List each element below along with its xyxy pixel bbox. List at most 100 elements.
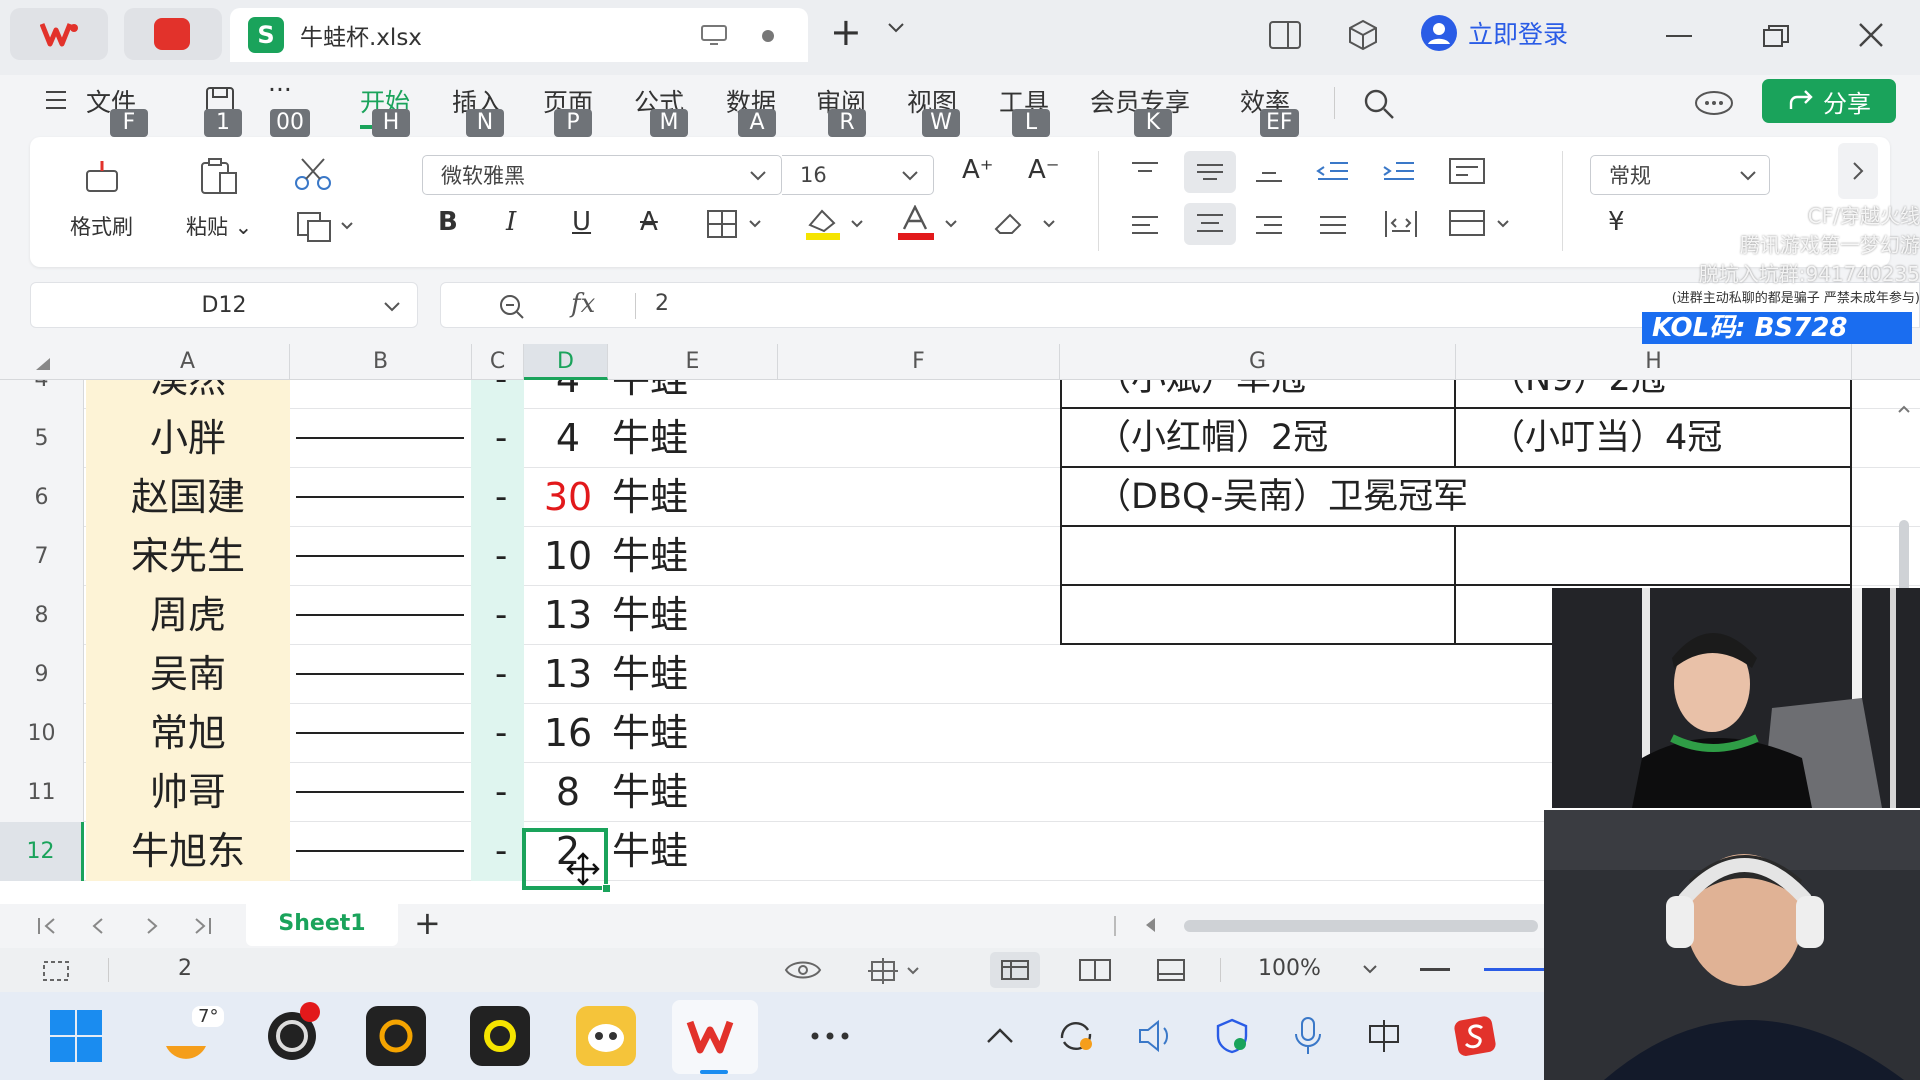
decrease-indent-icon[interactable] — [1316, 159, 1350, 185]
row-header[interactable]: 5 — [0, 409, 84, 468]
column-header[interactable]: G — [1060, 344, 1456, 380]
zoom-out-icon[interactable] — [1420, 968, 1450, 971]
select-all-icon[interactable] — [36, 358, 50, 370]
minimize-icon[interactable] — [1666, 35, 1692, 37]
cell-value[interactable]: 13 — [530, 586, 606, 645]
table-cell[interactable] — [1060, 527, 1456, 586]
chat-icon[interactable] — [1694, 89, 1734, 119]
sogou-icon[interactable] — [1454, 1014, 1498, 1058]
fill-color-icon[interactable] — [802, 205, 872, 241]
row-header[interactable]: 11 — [0, 763, 84, 822]
sync-icon[interactable] — [1056, 1018, 1096, 1054]
search-icon[interactable] — [1362, 87, 1396, 121]
last-sheet-icon[interactable] — [190, 916, 214, 936]
format-painter-button[interactable]: 格式刷 — [70, 157, 133, 241]
ime-icon[interactable] — [1366, 1018, 1402, 1054]
normal-view-icon[interactable] — [990, 952, 1040, 988]
cell-tag[interactable]: 牛蛙 — [612, 645, 688, 704]
column-header[interactable]: H — [1456, 344, 1852, 380]
row-header[interactable]: 12 — [0, 822, 84, 881]
row-header[interactable]: 7 — [0, 527, 84, 586]
new-tab-button[interactable]: + — [830, 10, 862, 54]
more-apps-icon[interactable] — [800, 1006, 860, 1066]
pdf-tab[interactable] — [124, 8, 222, 60]
cell-tag[interactable]: 牛蛙 — [612, 763, 688, 822]
shrink-font-button[interactable]: A⁻ — [1028, 155, 1060, 185]
column-header[interactable]: A — [86, 344, 290, 380]
row-header[interactable]: 9 — [0, 645, 84, 704]
chevron-down-icon[interactable] — [887, 22, 905, 34]
table-cell-merged[interactable]: （DBQ-吴南）卫冕冠军 — [1060, 468, 1852, 527]
eye-icon[interactable] — [784, 958, 822, 982]
table-cell[interactable]: （N9）2冠 — [1456, 380, 1852, 409]
restore-icon[interactable] — [1762, 24, 1790, 48]
currency-button[interactable]: ¥ — [1608, 207, 1625, 237]
login-button[interactable]: 立即登录 — [1420, 14, 1568, 52]
cell-name[interactable]: 小胖 — [86, 409, 290, 468]
close-icon[interactable] — [1858, 22, 1884, 48]
paste-button[interactable]: 粘贴 ⌄ — [186, 157, 252, 241]
zoom-formula-icon[interactable] — [497, 293, 527, 319]
cell-value[interactable]: 8 — [530, 763, 606, 822]
font-color-icon[interactable] — [896, 205, 966, 241]
chevron-down-icon[interactable] — [383, 301, 401, 313]
number-format-select[interactable]: 常规 — [1590, 155, 1770, 195]
column-header-active[interactable]: D — [524, 344, 608, 380]
cell-value[interactable]: 30 — [530, 468, 606, 527]
align-middle-icon[interactable] — [1184, 151, 1236, 193]
microphone-icon[interactable] — [1292, 1016, 1324, 1056]
bold-button[interactable]: B — [438, 207, 458, 237]
first-sheet-icon[interactable] — [36, 916, 60, 936]
cell-value[interactable]: 13 — [530, 645, 606, 704]
wps-home-button[interactable] — [10, 8, 108, 60]
cell-value[interactable]: 16 — [530, 704, 606, 763]
macro-icon[interactable] — [40, 958, 74, 984]
add-sheet-button[interactable]: + — [414, 904, 441, 942]
italic-button[interactable]: I — [506, 207, 516, 237]
column-header[interactable]: F — [778, 344, 1060, 380]
cell-value[interactable]: 10 — [530, 527, 606, 586]
align-bottom-icon[interactable] — [1252, 159, 1286, 185]
share-button[interactable]: 分享 — [1762, 79, 1896, 123]
grow-font-button[interactable]: A⁺ — [962, 155, 994, 185]
align-left-icon[interactable] — [1128, 213, 1162, 239]
cell-name[interactable]: 常旭 — [86, 704, 290, 763]
strikethrough-button[interactable]: A — [640, 207, 658, 237]
align-top-icon[interactable] — [1128, 159, 1162, 185]
table-cell[interactable] — [1456, 527, 1852, 586]
app-raccoon-icon[interactable] — [576, 1006, 636, 1066]
sheet-tab-active[interactable]: Sheet1 — [246, 904, 398, 946]
copy-icon[interactable] — [296, 209, 356, 243]
cell-tag[interactable]: 牛蛙 — [612, 704, 688, 763]
row-header[interactable]: 10 — [0, 704, 84, 763]
cube-icon[interactable] — [1346, 18, 1380, 52]
ribbon-scroll-right-icon[interactable] — [1838, 143, 1878, 199]
app-g-icon[interactable] — [366, 1006, 426, 1066]
distribute-icon[interactable] — [1382, 209, 1420, 239]
row-header[interactable]: 8 — [0, 586, 84, 645]
cell-name[interactable]: 帅哥 — [86, 763, 290, 822]
menu-more[interactable]: ··· — [268, 75, 292, 104]
cell-value[interactable]: 4 — [530, 409, 606, 468]
tray-chevron-up-icon[interactable] — [986, 1028, 1014, 1044]
table-cell[interactable]: （小斌）单冠 — [1060, 380, 1456, 409]
fx-icon[interactable]: fx — [571, 289, 595, 319]
table-cell[interactable] — [1060, 586, 1456, 645]
cell-tag[interactable]: 牛蛙 — [612, 409, 688, 468]
wps-taskbar-icon[interactable] — [684, 1006, 744, 1066]
security-icon[interactable] — [1212, 1016, 1252, 1056]
prev-sheet-icon[interactable] — [88, 916, 108, 936]
align-center-icon[interactable] — [1184, 203, 1236, 245]
borders-icon[interactable] — [706, 209, 772, 239]
hamburger-icon[interactable] — [44, 89, 68, 111]
speaker-icon[interactable] — [1136, 1018, 1176, 1054]
page-break-view-icon[interactable] — [1078, 958, 1112, 982]
font-name-select[interactable]: 微软雅黑 — [422, 155, 782, 195]
app-ring-icon[interactable] — [470, 1006, 530, 1066]
next-sheet-icon[interactable] — [142, 916, 162, 936]
cell-tag[interactable]: 牛蛙 — [612, 586, 688, 645]
scroll-left-icon[interactable] — [1146, 918, 1155, 932]
cell-name[interactable]: 宋先生 — [86, 527, 290, 586]
name-box[interactable]: D12 — [30, 282, 418, 328]
zoom-slider[interactable] — [1484, 968, 1544, 971]
